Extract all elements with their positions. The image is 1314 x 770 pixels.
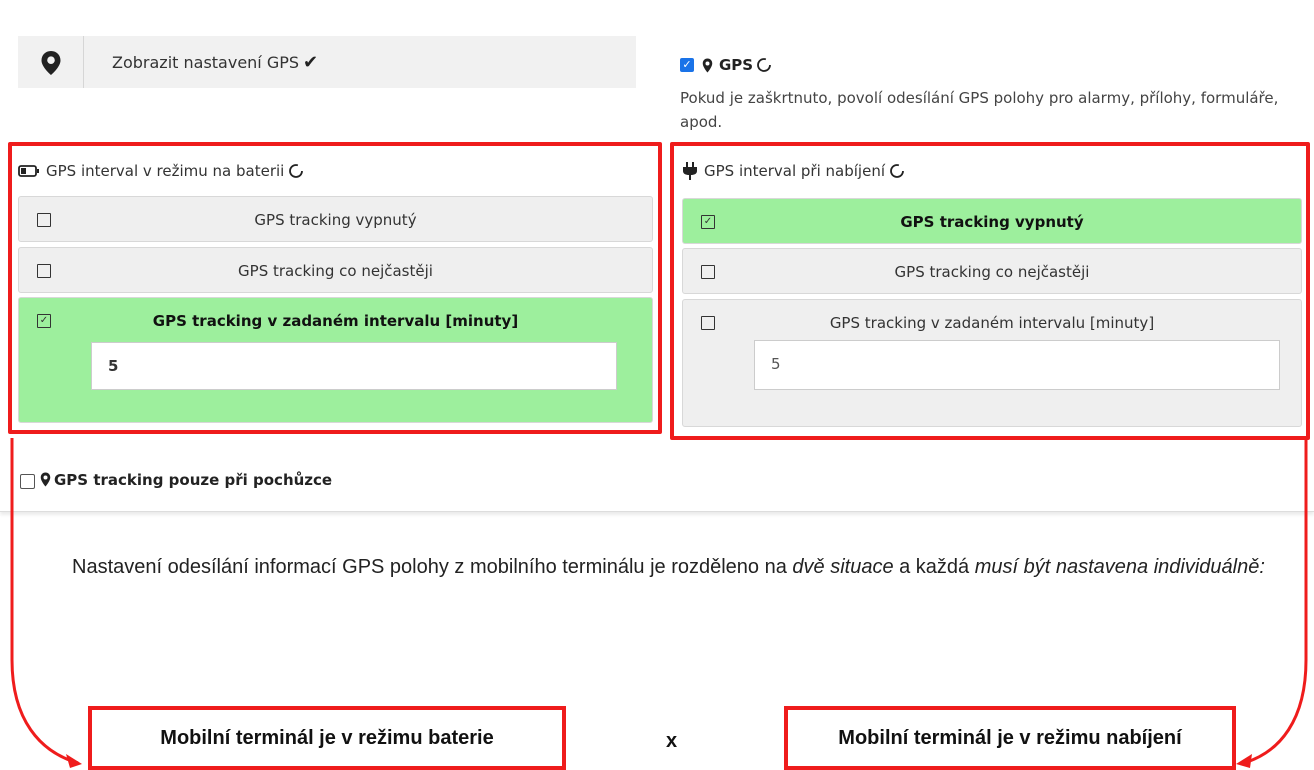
left-arrow-head — [66, 754, 82, 768]
right-arrow — [1243, 438, 1308, 765]
arrows-overlay — [10, 438, 1308, 768]
right-arrow-head — [1236, 754, 1252, 768]
battery-mode-label: Mobilní terminál je v režimu baterie — [160, 726, 494, 749]
charging-mode-label: Mobilní terminál je v režimu nabíjení — [838, 726, 1182, 749]
battery-mode-box: Mobilní terminál je v režimu baterie — [88, 706, 566, 770]
separator-x: x — [666, 730, 678, 752]
left-arrow — [10, 438, 79, 765]
charging-mode-box: Mobilní terminál je v režimu nabíjení — [784, 706, 1236, 770]
